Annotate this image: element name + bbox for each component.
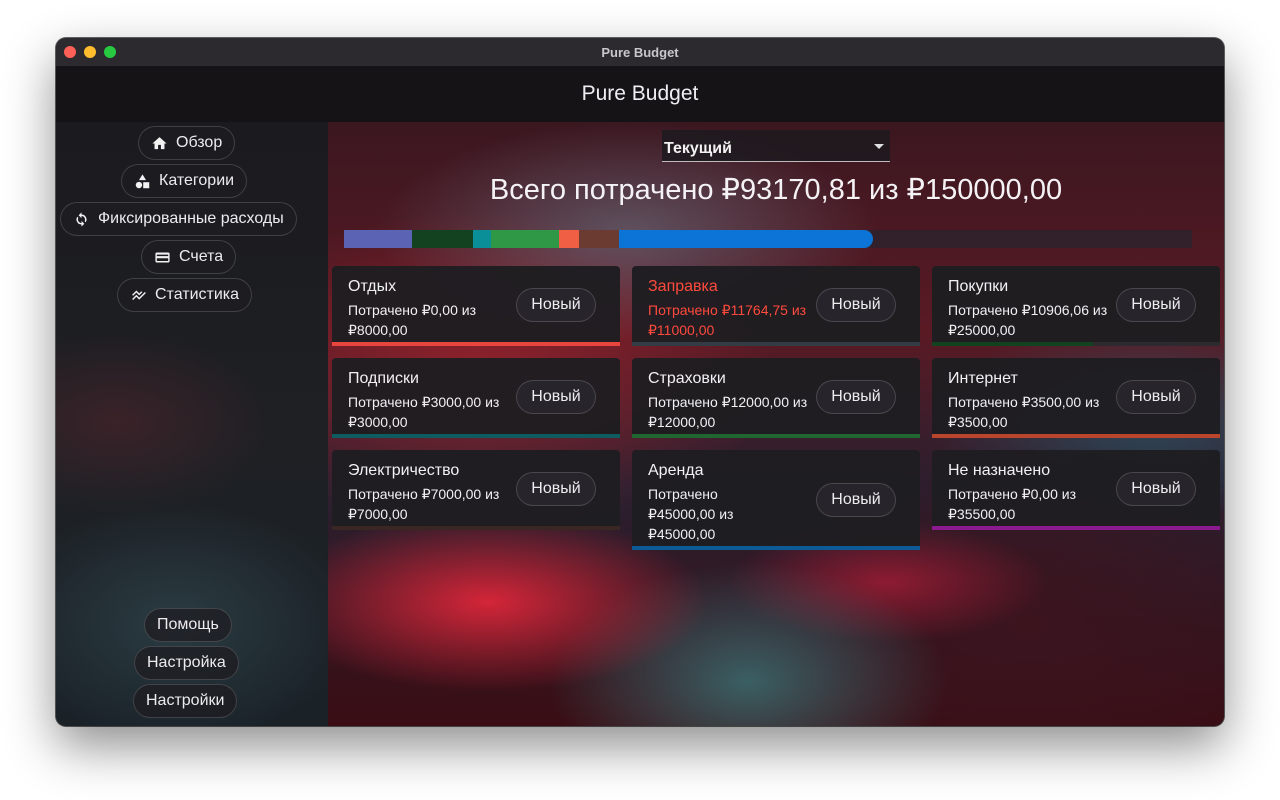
new-transaction-button[interactable]: Новый <box>816 483 896 517</box>
category-progress-fill <box>332 342 620 346</box>
category-card[interactable]: Покупки Потрачено ₽10906,06 из ₽25000,00… <box>932 266 1220 346</box>
setup-label: Настройка <box>147 654 226 671</box>
sidebar: Обзор Категории Фиксированные расходы Сч… <box>56 122 328 726</box>
category-card[interactable]: Отдых Потрачено ₽0,00 из ₽8000,00 Новый <box>332 266 620 346</box>
category-progress <box>932 434 1220 438</box>
category-progress-fill <box>332 434 620 438</box>
budget-segment <box>490 230 560 248</box>
period-select[interactable]: Текущий <box>662 130 890 162</box>
setup-button[interactable]: Настройка <box>134 646 239 680</box>
category-progress <box>632 434 920 438</box>
category-card[interactable]: Заправка Потрачено ₽11764,75 из ₽11000,0… <box>632 266 920 346</box>
wallet-icon <box>155 252 170 262</box>
category-name: Аренда <box>648 462 704 479</box>
category-progress <box>932 342 1220 346</box>
nav-overview-button[interactable]: Обзор <box>138 126 236 160</box>
category-progress <box>332 342 620 346</box>
budget-segment <box>411 230 473 248</box>
categories-icon <box>135 173 150 188</box>
nav-accounts-button[interactable]: Счета <box>141 240 237 274</box>
new-transaction-button[interactable]: Новый <box>1116 472 1196 506</box>
chart-icon <box>132 290 146 300</box>
budget-segment <box>559 230 579 248</box>
category-spent: Потрачено ₽45000,00 из ₽45000,00 <box>648 486 734 542</box>
category-spent: Потрачено ₽3000,00 из ₽3000,00 <box>348 394 500 430</box>
category-spent: Потрачено ₽11764,75 из ₽11000,00 <box>648 302 807 338</box>
period-select-value: Текущий <box>664 140 732 157</box>
category-spent: Потрачено ₽7000,00 из ₽7000,00 <box>348 486 500 522</box>
window-title: Pure Budget <box>601 45 679 60</box>
new-transaction-button[interactable]: Новый <box>1116 288 1196 322</box>
category-name: Страховки <box>648 370 726 387</box>
budget-progress-bar <box>344 230 1192 248</box>
nav-overview-label: Обзор <box>176 134 223 151</box>
nav-categories-label: Категории <box>159 172 235 189</box>
category-name: Электричество <box>348 462 460 479</box>
category-card[interactable]: Электричество Потрачено ₽7000,00 из ₽700… <box>332 450 620 530</box>
category-progress-fill <box>632 546 920 550</box>
new-transaction-button[interactable]: Новый <box>516 380 596 414</box>
category-card[interactable]: Аренда Потрачено ₽45000,00 из ₽45000,00 … <box>632 450 920 550</box>
nav-statistics-button[interactable]: Статистика <box>117 278 253 312</box>
budget-segment <box>472 230 491 248</box>
settings-label: Настройки <box>146 692 225 709</box>
budget-segment <box>618 230 874 248</box>
category-spent: Потрачено ₽12000,00 из ₽12000,00 <box>648 394 808 430</box>
category-spent: Потрачено ₽10906,06 из ₽25000,00 <box>948 302 1108 338</box>
category-name: Покупки <box>948 278 1009 295</box>
category-progress <box>632 342 920 346</box>
category-progress <box>632 546 920 550</box>
nav-categories-button[interactable]: Категории <box>121 164 248 198</box>
nav-fixed-expenses-button[interactable]: Фиксированные расходы <box>60 202 297 236</box>
budget-segment <box>578 230 619 248</box>
new-transaction-button[interactable]: Новый <box>1116 380 1196 414</box>
app-title: Pure Budget <box>581 82 699 105</box>
new-transaction-button[interactable]: Новый <box>816 288 896 322</box>
category-spent: Потрачено ₽0,00 из ₽35500,00 <box>948 486 1076 522</box>
nav-accounts-label: Счета <box>179 248 224 265</box>
help-button[interactable]: Помощь <box>144 608 232 642</box>
category-spent: Потрачено ₽3500,00 из ₽3500,00 <box>948 394 1100 430</box>
category-name: Подписки <box>348 370 419 387</box>
help-label: Помощь <box>157 616 219 633</box>
title-bar: Pure Budget <box>56 38 1224 67</box>
budget-segment <box>344 230 412 248</box>
nav-statistics-label: Статистика <box>155 286 240 303</box>
category-progress-fill <box>632 434 920 438</box>
category-name: Заправка <box>648 278 718 295</box>
nav-fixed-expenses-label: Фиксированные расходы <box>98 210 284 227</box>
home-icon <box>152 136 167 149</box>
category-name: Отдых <box>348 278 397 295</box>
category-progress-fill <box>632 342 920 346</box>
category-progress-fill <box>932 342 1094 346</box>
category-progress-fill <box>932 434 1220 438</box>
category-card[interactable]: Подписки Потрачено ₽3000,00 из ₽3000,00 … <box>332 358 620 438</box>
new-transaction-button[interactable]: Новый <box>516 288 596 322</box>
category-progress-fill <box>332 526 620 530</box>
new-transaction-button[interactable]: Новый <box>816 380 896 414</box>
category-progress <box>332 526 620 530</box>
category-spent: Потрачено ₽0,00 из ₽8000,00 <box>348 302 476 338</box>
total-spent-heading: Всего потрачено ₽93170,81 из ₽150000,00 <box>489 174 1063 206</box>
refresh-icon <box>76 211 87 227</box>
main-content: Текущий Всего потрачено ₽93170,81 из ₽15… <box>328 122 1224 726</box>
settings-button[interactable]: Настройки <box>133 684 238 718</box>
category-name: Интернет <box>948 370 1018 387</box>
category-progress-fill <box>932 526 1220 530</box>
app-bar: Pure Budget <box>56 66 1224 122</box>
category-card[interactable]: Не назначено Потрачено ₽0,00 из ₽35500,0… <box>932 450 1220 530</box>
category-card[interactable]: Интернет Потрачено ₽3500,00 из ₽3500,00 … <box>932 358 1220 438</box>
category-progress <box>332 434 620 438</box>
category-progress <box>932 526 1220 530</box>
caret-down-icon <box>874 144 884 149</box>
category-card[interactable]: Страховки Потрачено ₽12000,00 из ₽12000,… <box>632 358 920 438</box>
app-window: Pure Budget Pure Budget Обзор Категории … <box>56 38 1224 726</box>
new-transaction-button[interactable]: Новый <box>516 472 596 506</box>
category-name: Не назначено <box>948 462 1051 479</box>
